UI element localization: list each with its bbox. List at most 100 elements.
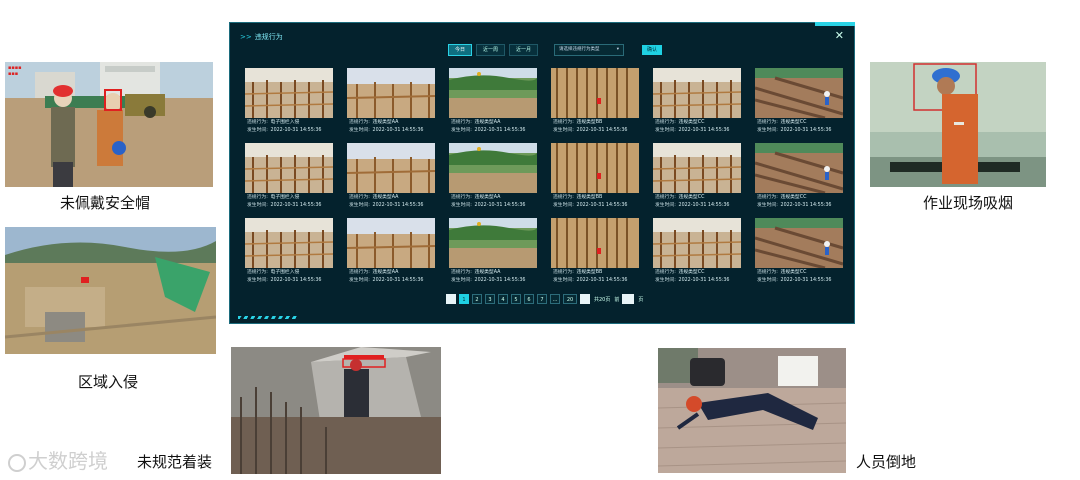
violation-thumbnail[interactable] bbox=[653, 68, 741, 118]
time-label: 发生时间: bbox=[655, 127, 676, 133]
total-pages: 共20页 bbox=[594, 296, 611, 303]
violation-time-row: 发生时间: 2022-10-31 14:55:36 bbox=[247, 127, 333, 135]
chevron-left-icon[interactable] bbox=[446, 294, 456, 304]
time-value: 2022-10-31 14:55:36 bbox=[372, 277, 424, 283]
violation-card[interactable]: 违规行为: 违规类型CC 发生时间: 2022-10-31 14:55:36 bbox=[653, 68, 741, 143]
violation-behavior-row: 违规行为: 违规类型AA bbox=[349, 194, 435, 202]
violation-behavior-row: 违规行为: 违规类型AA bbox=[451, 269, 537, 277]
time-value: 2022-10-31 14:55:36 bbox=[474, 202, 526, 208]
violation-behavior-row: 违规行为: 违规类型CC bbox=[655, 194, 741, 202]
violation-thumbnail[interactable] bbox=[551, 218, 639, 268]
page-7[interactable]: 7 bbox=[537, 294, 547, 304]
violation-card[interactable]: 违规行为: 违规类型CC 发生时间: 2022-10-31 14:55:36 bbox=[755, 143, 843, 218]
violation-card[interactable]: 违规行为: 违规类型AA 发生时间: 2022-10-31 14:55:36 bbox=[347, 143, 435, 218]
violation-meta: 违规行为: 违规类型CC 发生时间: 2022-10-31 14:55:36 bbox=[653, 194, 741, 209]
violation-thumbnail[interactable] bbox=[347, 143, 435, 193]
tab-today[interactable]: 今日 bbox=[448, 44, 473, 56]
chevron-right-icon[interactable] bbox=[580, 294, 590, 304]
page-3[interactable]: 3 bbox=[485, 294, 495, 304]
close-icon[interactable]: ✕ bbox=[835, 29, 844, 42]
violation-time-row: 发生时间: 2022-10-31 14:55:36 bbox=[349, 202, 435, 210]
violation-thumbnail[interactable] bbox=[347, 68, 435, 118]
violation-behavior-row: 违规行为: 违规类型BB bbox=[553, 269, 639, 277]
violation-card[interactable]: 违规行为: 违规类型AA 发生时间: 2022-10-31 14:55:36 bbox=[449, 218, 537, 293]
violation-thumbnail[interactable] bbox=[551, 143, 639, 193]
violation-card[interactable]: 违规行为: 违规类型AA 发生时间: 2022-10-31 14:55:36 bbox=[449, 68, 537, 143]
page-1[interactable]: 1 bbox=[459, 294, 469, 304]
violation-card[interactable]: 违规行为: 违规类型BB 发生时间: 2022-10-31 14:55:36 bbox=[551, 68, 639, 143]
confirm-button[interactable]: 确认 bbox=[642, 45, 663, 55]
tab-week[interactable]: 近一周 bbox=[476, 44, 506, 56]
page-2[interactable]: 2 bbox=[472, 294, 482, 304]
violation-thumbnail[interactable] bbox=[755, 218, 843, 268]
violation-type-select[interactable]: 请选择违规行为类型 ▾ bbox=[554, 44, 625, 56]
overlay-label: ▪▪▪▪ ▪▪▪ bbox=[8, 65, 22, 77]
violation-time-row: 发生时间: 2022-10-31 14:55:36 bbox=[451, 277, 537, 285]
violation-thumbnail[interactable] bbox=[653, 143, 741, 193]
violation-time-row: 发生时间: 2022-10-31 14:55:36 bbox=[655, 277, 741, 285]
violation-card[interactable]: 违规行为: 违规类型AA 发生时间: 2022-10-31 14:55:36 bbox=[347, 68, 435, 143]
goto-page-input[interactable] bbox=[622, 294, 635, 304]
violation-meta: 违规行为: 违规类型CC 发生时间: 2022-10-31 14:55:36 bbox=[653, 269, 741, 284]
time-label: 发生时间: bbox=[451, 127, 472, 133]
violation-thumbnail[interactable] bbox=[755, 68, 843, 118]
violation-behavior-row: 违规行为: 违规类型CC bbox=[655, 269, 741, 277]
violation-meta: 违规行为: 电子围栏入侵 发生时间: 2022-10-31 14:55:36 bbox=[245, 194, 333, 209]
violation-behavior-row: 违规行为: 电子围栏入侵 bbox=[247, 119, 333, 127]
violation-thumbnail[interactable] bbox=[755, 143, 843, 193]
violation-card[interactable]: 违规行为: 电子围栏入侵 发生时间: 2022-10-31 14:55:36 bbox=[245, 143, 333, 218]
violation-card[interactable]: 违规行为: 违规类型AA 发生时间: 2022-10-31 14:55:36 bbox=[347, 218, 435, 293]
violation-meta: 违规行为: 违规类型BB 发生时间: 2022-10-31 14:55:36 bbox=[551, 119, 639, 134]
violation-thumbnail[interactable] bbox=[245, 143, 333, 193]
time-label: 发生时间: bbox=[553, 202, 574, 208]
violation-time-row: 发生时间: 2022-10-31 14:55:36 bbox=[757, 202, 843, 210]
violation-card[interactable]: 违规行为: 违规类型CC 发生时间: 2022-10-31 14:55:36 bbox=[653, 218, 741, 293]
time-label: 发生时间: bbox=[349, 277, 370, 283]
violation-card[interactable]: 违规行为: 违规类型BB 发生时间: 2022-10-31 14:55:36 bbox=[551, 218, 639, 293]
page-4[interactable]: 4 bbox=[498, 294, 508, 304]
chevron-down-icon: ▾ bbox=[616, 47, 620, 52]
behavior-value: 违规类型AA bbox=[474, 195, 501, 200]
violation-thumbnail[interactable] bbox=[347, 218, 435, 268]
violation-meta: 违规行为: 违规类型AA 发生时间: 2022-10-31 14:55:36 bbox=[347, 269, 435, 284]
violation-behavior-row: 违规行为: 违规类型AA bbox=[349, 119, 435, 127]
violation-type-select-value: 请选择违规行为类型 bbox=[559, 47, 600, 52]
behavior-value: 电子围栏入侵 bbox=[270, 195, 300, 200]
violation-meta: 违规行为: 违规类型AA 发生时间: 2022-10-31 14:55:36 bbox=[449, 269, 537, 284]
violation-thumbnail[interactable] bbox=[551, 68, 639, 118]
time-label: 发生时间: bbox=[655, 202, 676, 208]
violation-behavior-row: 违规行为: 电子围栏入侵 bbox=[247, 269, 333, 277]
behavior-label: 违规行为: bbox=[757, 195, 778, 200]
violation-behavior-row: 违规行为: 违规类型CC bbox=[655, 119, 741, 127]
violation-thumbnail[interactable] bbox=[245, 218, 333, 268]
time-value: 2022-10-31 14:55:36 bbox=[576, 127, 628, 133]
violation-thumbnail[interactable] bbox=[449, 218, 537, 268]
page-6[interactable]: 6 bbox=[524, 294, 534, 304]
violation-card[interactable]: 违规行为: 电子围栏入侵 发生时间: 2022-10-31 14:55:36 bbox=[245, 68, 333, 143]
violation-thumbnail[interactable] bbox=[245, 68, 333, 118]
violation-dashboard: >> 违规行为 ✕ 今日 近一周 近一月 请选择违规行为类型 ▾ 确认 违规行为:… bbox=[229, 22, 855, 324]
page-20[interactable]: 20 bbox=[563, 294, 577, 304]
violation-card[interactable]: 违规行为: 违规类型CC 发生时间: 2022-10-31 14:55:36 bbox=[755, 218, 843, 293]
violation-thumbnail[interactable] bbox=[449, 68, 537, 118]
violation-behavior-row: 违规行为: 违规类型BB bbox=[553, 119, 639, 127]
violation-card[interactable]: 违规行为: 违规类型BB 发生时间: 2022-10-31 14:55:36 bbox=[551, 143, 639, 218]
violation-card[interactable]: 违规行为: 电子围栏入侵 发生时间: 2022-10-31 14:55:36 bbox=[245, 218, 333, 293]
violation-card[interactable]: 违规行为: 违规类型CC 发生时间: 2022-10-31 14:55:36 bbox=[755, 68, 843, 143]
tab-month[interactable]: 近一月 bbox=[509, 44, 539, 56]
time-value: 2022-10-31 14:55:36 bbox=[678, 127, 730, 133]
page-ellipsis[interactable]: ... bbox=[550, 294, 560, 304]
violation-card[interactable]: 违规行为: 违规类型AA 发生时间: 2022-10-31 14:55:36 bbox=[449, 143, 537, 218]
behavior-label: 违规行为: bbox=[349, 120, 370, 125]
behavior-value: 违规类型AA bbox=[474, 270, 501, 275]
violation-thumbnail[interactable] bbox=[653, 218, 741, 268]
time-value: 2022-10-31 14:55:36 bbox=[270, 127, 322, 133]
violation-card[interactable]: 违规行为: 违规类型CC 发生时间: 2022-10-31 14:55:36 bbox=[653, 143, 741, 218]
violation-behavior-row: 违规行为: 电子围栏入侵 bbox=[247, 194, 333, 202]
violation-thumbnail[interactable] bbox=[449, 143, 537, 193]
behavior-label: 违规行为: bbox=[553, 270, 574, 275]
violation-time-row: 发生时间: 2022-10-31 14:55:36 bbox=[655, 202, 741, 210]
violation-meta: 违规行为: 违规类型AA 发生时间: 2022-10-31 14:55:36 bbox=[347, 119, 435, 134]
no-helmet-photo: ▪▪▪▪ ▪▪▪ bbox=[5, 62, 213, 187]
page-5[interactable]: 5 bbox=[511, 294, 521, 304]
